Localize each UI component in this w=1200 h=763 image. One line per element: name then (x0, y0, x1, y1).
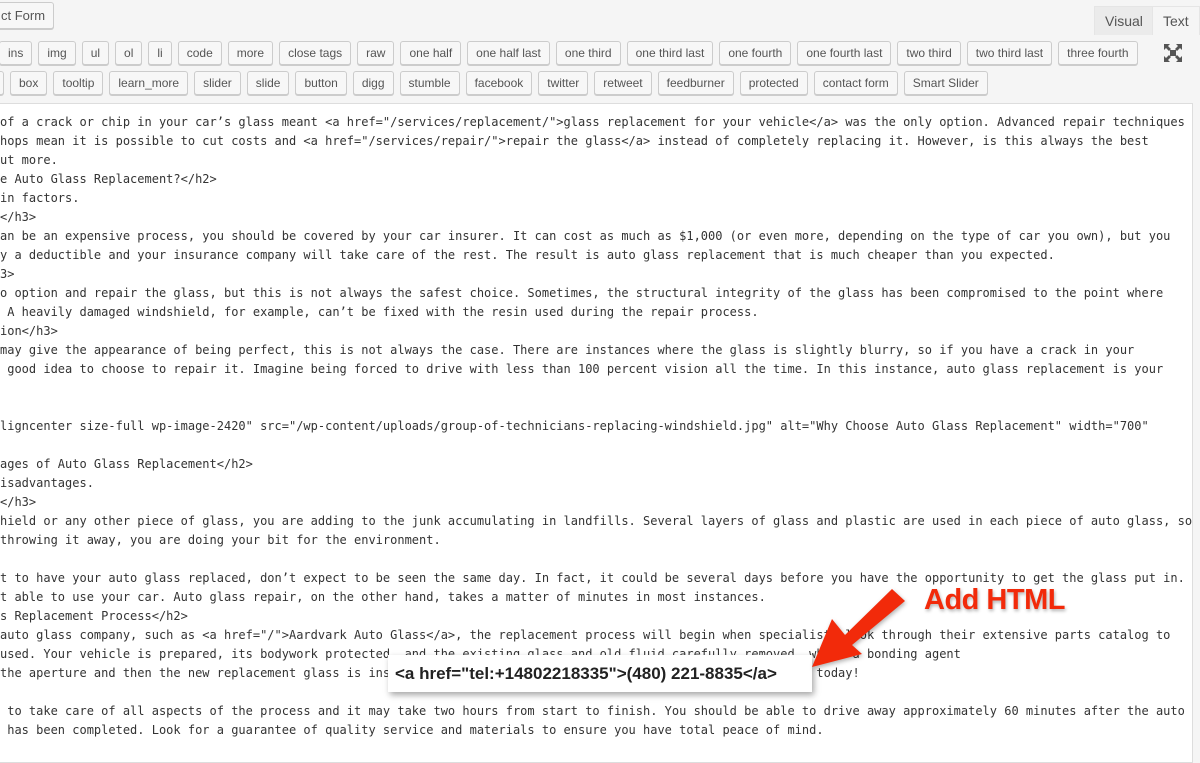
quicktag-button-ol[interactable]: ol (115, 41, 143, 65)
quicktag-button-code[interactable]: code (177, 41, 222, 65)
code-line: ligncenter size-full wp-image-2420" src=… (0, 419, 1149, 433)
quicktag-button-ins[interactable]: ins (0, 41, 33, 65)
quicktag-button-feedburner[interactable]: feedburner (657, 71, 734, 95)
add-html-label: Add HTML (924, 584, 1065, 616)
quicktag-button-one-third-last[interactable]: one third last (626, 41, 714, 65)
quicktag-button-slider[interactable]: slider (194, 71, 241, 95)
quicktag-button-facebook[interactable]: facebook (465, 71, 533, 95)
code-line: e Auto Glass Replacement?</h2> (0, 172, 217, 186)
code-line: o option and repair the glass, but this … (0, 286, 1164, 300)
code-line: auto glass company, such as <a href="/">… (0, 628, 1171, 642)
quicktag-button-smart-slider[interactable]: Smart Slider (903, 71, 988, 95)
quicktags-toolbar-row-2: box tooltip learn_more slider slide button dig… (0, 71, 988, 95)
quicktag-button-one-half[interactable]: one half (400, 41, 462, 65)
code-line: has been completed. Look for a guarantee… (0, 723, 824, 737)
code-line: of a crack or chip in your car’s glass m… (0, 115, 1185, 129)
quicktag-button-protected[interactable]: protected (739, 71, 808, 95)
quicktag-button-one-fourth[interactable]: one fourth (719, 41, 792, 65)
quicktag-button-box[interactable]: box (10, 71, 48, 95)
html-code-content[interactable]: of a crack or chip in your car’s glass m… (0, 113, 1192, 740)
arrow-icon (812, 589, 905, 667)
code-line: ages of Auto Glass Replacement</h2> (0, 457, 253, 471)
code-line: throwing it away, you are doing your bit… (0, 533, 441, 547)
code-line: an be an expensive process, you should b… (0, 229, 1171, 243)
code-line: 3> (0, 267, 15, 281)
contact-form-button[interactable]: ct Form (0, 2, 55, 29)
quicktag-button-li[interactable]: li (148, 41, 172, 65)
code-line: hops mean it is possible to cut costs an… (0, 134, 1149, 148)
quicktag-button-contact-form[interactable]: contact form (813, 71, 898, 95)
code-line: </h3> (0, 495, 37, 509)
quicktag-button-three-fourth[interactable]: three fourth (1058, 41, 1138, 65)
quicktag-button-one-fourth-last[interactable]: one fourth last (797, 41, 892, 65)
code-line: good idea to choose to repair it. Imagin… (0, 362, 1164, 376)
tab-text[interactable]: Text (1152, 6, 1200, 35)
quicktag-button-raw[interactable]: raw (357, 41, 395, 65)
quicktag-button-one-third[interactable]: one third (555, 41, 621, 65)
code-line: to take care of all aspects of the proce… (0, 704, 1185, 718)
quicktag-button-cut-off[interactable] (0, 71, 4, 95)
tab-visual[interactable]: Visual (1094, 6, 1154, 35)
code-line: isadvantages. (0, 476, 94, 490)
code-line: may give the appearance of being perfect… (0, 343, 1135, 357)
quicktag-button-close-tags[interactable]: close tags (279, 41, 352, 65)
code-line: hield or any other piece of glass, you a… (0, 514, 1193, 528)
code-line: ut more. (0, 153, 58, 167)
quicktag-button-twitter[interactable]: twitter (538, 71, 589, 95)
code-line: ion</h3> (0, 324, 58, 338)
quicktag-button-ul[interactable]: ul (81, 41, 110, 65)
quicktag-button-tooltip[interactable]: tooltip (53, 71, 104, 95)
code-line: </h3> (0, 210, 37, 224)
expand-arrows-icon[interactable] (1163, 43, 1183, 63)
quicktag-button-two-third-last[interactable]: two third last (966, 41, 1053, 65)
quicktag-button-learn-more[interactable]: learn_more (109, 71, 189, 95)
quicktag-button-stumble[interactable]: stumble (399, 71, 460, 95)
quicktag-button-button[interactable]: button (295, 71, 347, 95)
code-line: y a deductible and your insurance compan… (0, 248, 1055, 262)
quicktag-button-digg[interactable]: digg (352, 71, 394, 95)
quicktag-button-more[interactable]: more (227, 41, 274, 65)
quicktag-button-slide[interactable]: slide (246, 71, 290, 95)
quicktag-button-two-third[interactable]: two third (897, 41, 961, 65)
code-line: A heavily damaged windshield, for exampl… (0, 305, 759, 319)
quicktag-button-retweet[interactable]: retweet (594, 71, 652, 95)
quicktags-toolbar-row-1: ins img ul ol li code more close tags raw one hal… (0, 41, 1138, 65)
html-snippet-callout: <a href="tel:+14802218335">(480) 221-883… (388, 655, 812, 692)
quicktag-button-one-half-last[interactable]: one half last (467, 41, 550, 65)
code-line: in factors. (0, 191, 80, 205)
quicktag-button-img[interactable]: img (38, 41, 76, 65)
